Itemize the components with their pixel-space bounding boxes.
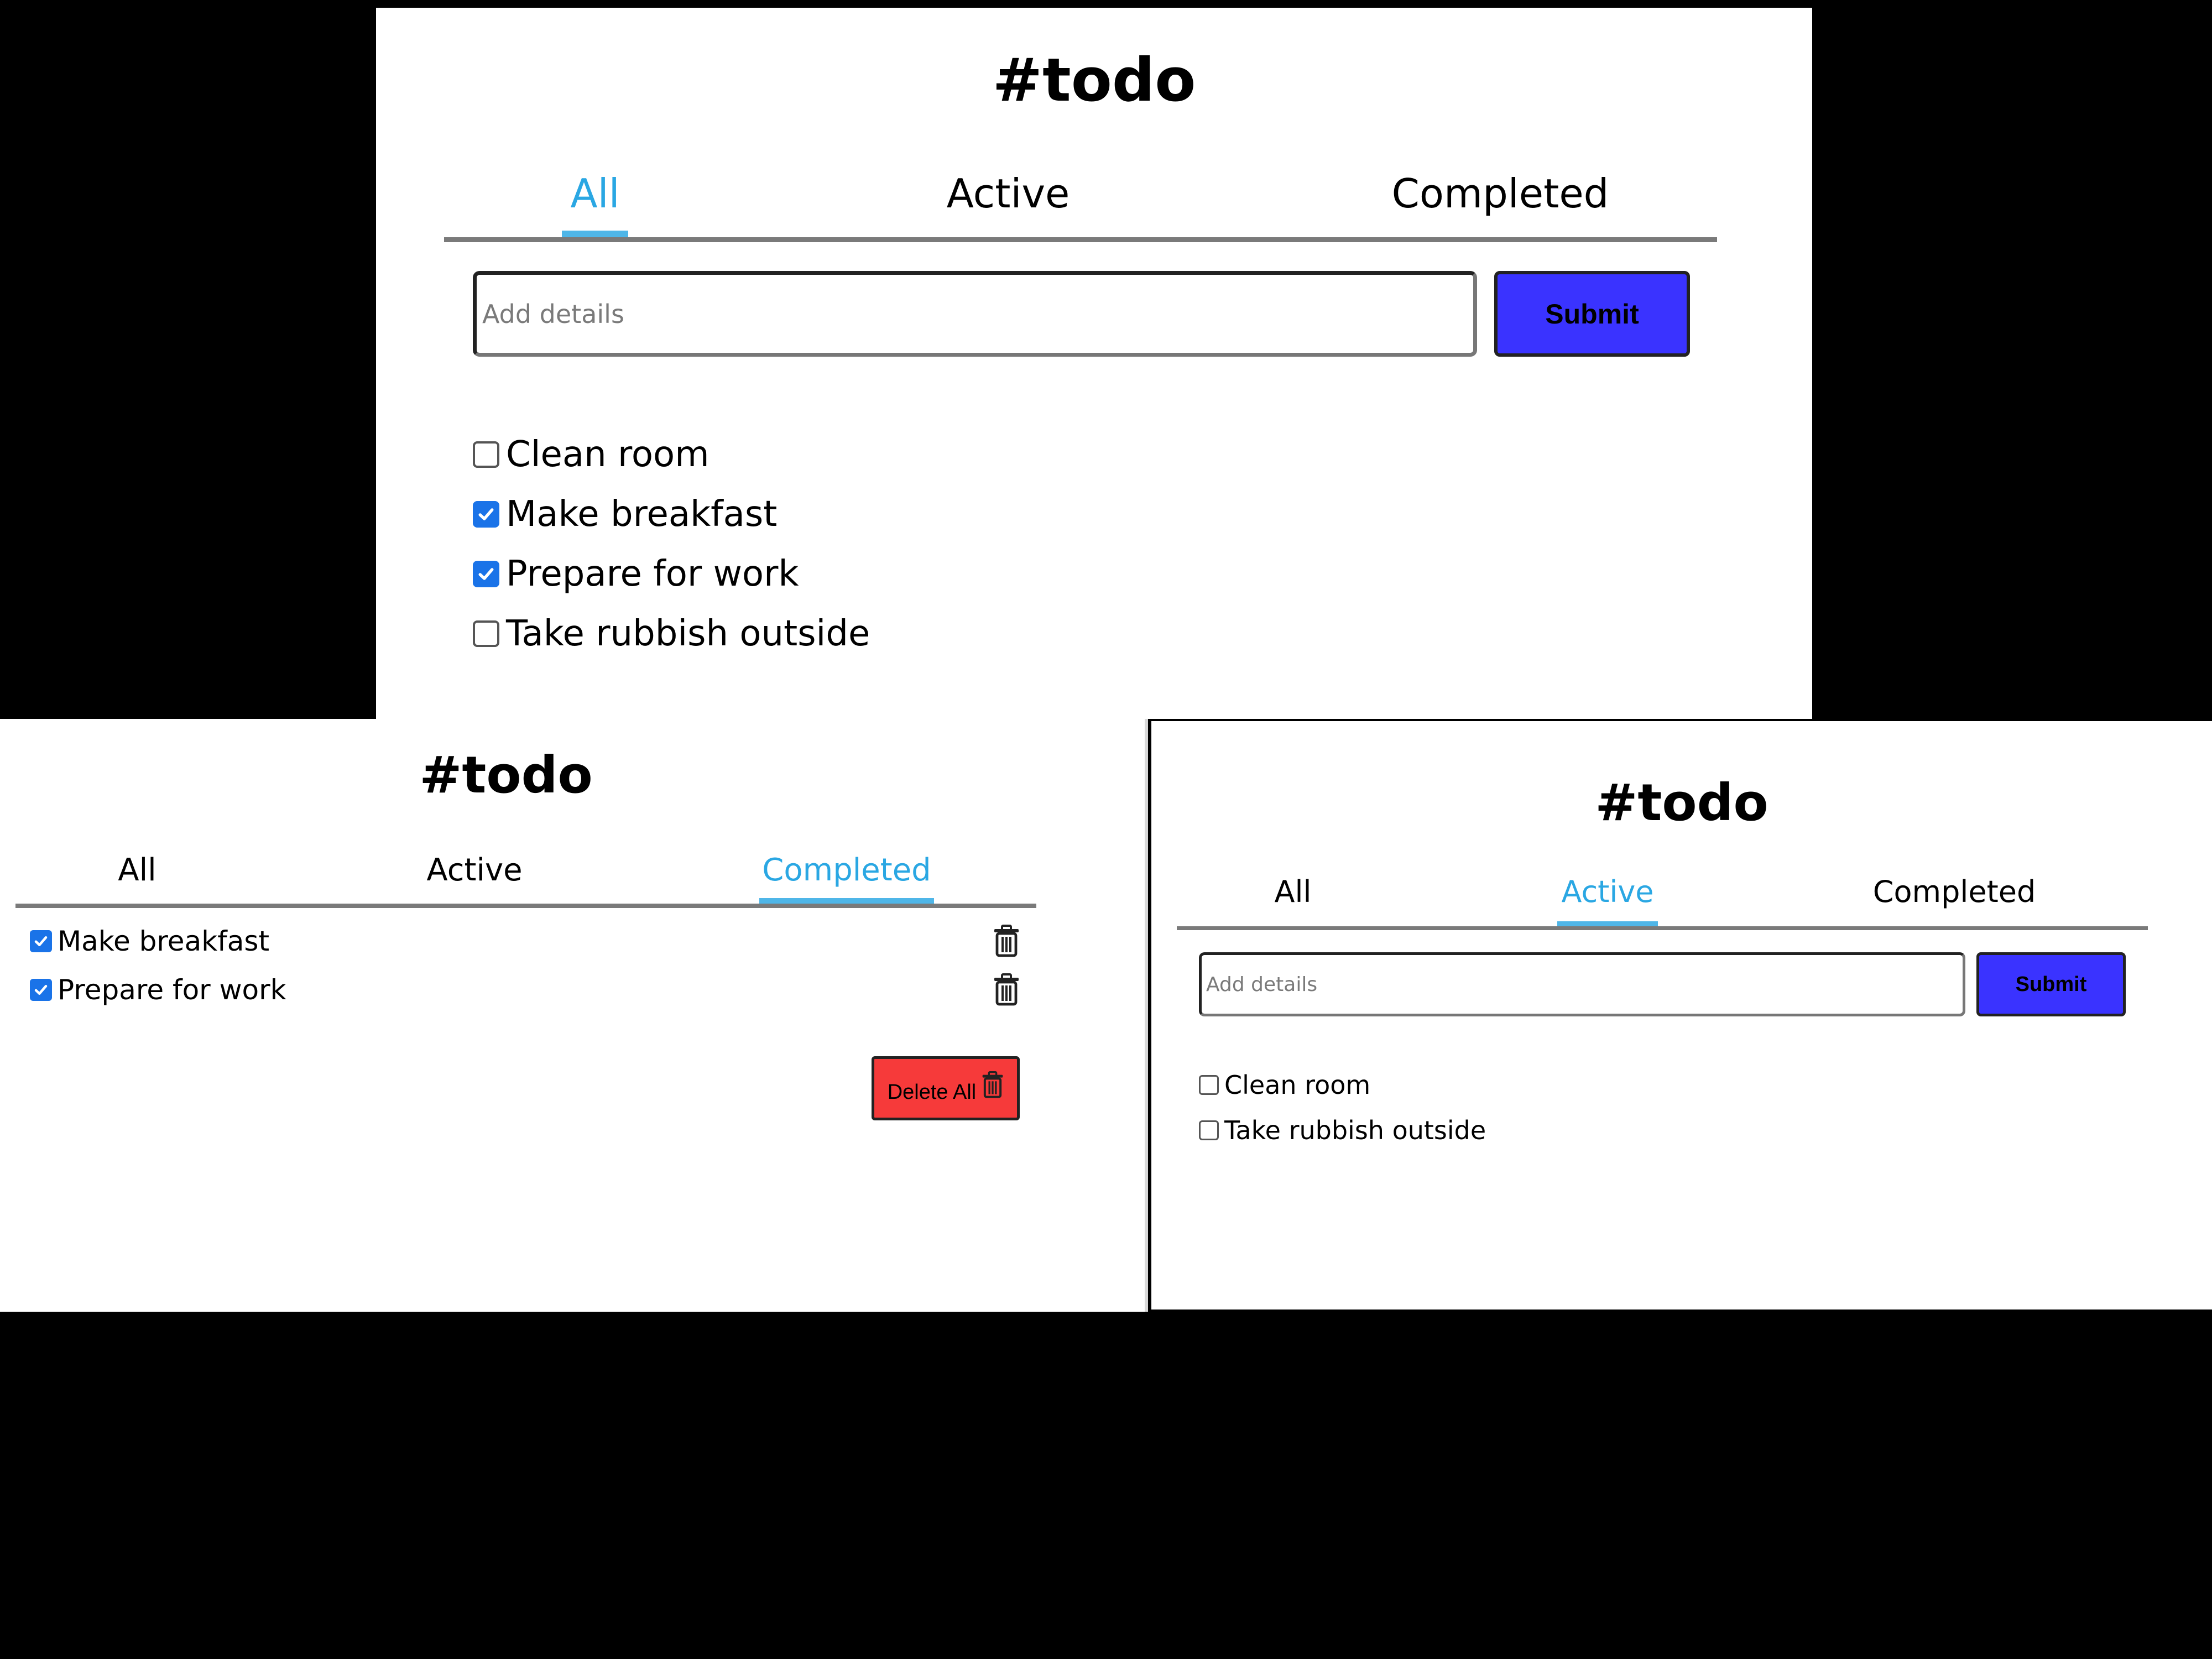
submit-label: Submit bbox=[1545, 298, 1639, 330]
tab-label: Completed bbox=[1872, 874, 2036, 909]
tab-completed[interactable]: Completed bbox=[759, 855, 934, 908]
list-item[interactable]: Prepare for work bbox=[30, 975, 286, 1004]
checkbox[interactable] bbox=[30, 930, 52, 952]
checkbox[interactable] bbox=[473, 561, 499, 587]
tab-label: Active bbox=[946, 170, 1070, 217]
checkbox[interactable] bbox=[30, 979, 52, 1001]
submit-label: Submit bbox=[2015, 972, 2087, 996]
list-item[interactable]: Make breakfast bbox=[473, 494, 778, 535]
check-icon bbox=[34, 985, 48, 995]
list-item[interactable]: Take rubbish outside bbox=[473, 613, 870, 654]
tab-active[interactable]: Active bbox=[1557, 877, 1658, 930]
panel-completed: #todo All Active Completed Make breakfas… bbox=[0, 719, 1148, 1312]
tab-active[interactable]: Active bbox=[414, 855, 535, 908]
page-title: #todo bbox=[1595, 773, 1768, 832]
tab-bar: All Active Completed bbox=[1177, 877, 2148, 930]
tab-bar: All Active Completed bbox=[15, 855, 1036, 908]
page-title: #todo bbox=[419, 745, 593, 805]
item-label: Clean room bbox=[1224, 1070, 1371, 1100]
delete-all-button[interactable]: Delete All bbox=[872, 1056, 1020, 1120]
item-label: Clean room bbox=[506, 434, 709, 475]
tab-all[interactable]: All bbox=[562, 174, 628, 242]
tab-label: Active bbox=[1561, 874, 1654, 909]
tab-completed[interactable]: Completed bbox=[1384, 174, 1616, 242]
trash-icon bbox=[982, 1071, 1003, 1098]
tab-label: All bbox=[118, 852, 156, 888]
tab-all[interactable]: All bbox=[109, 855, 165, 908]
list-item[interactable]: Prepare for work bbox=[473, 554, 799, 594]
submit-button[interactable]: Submit bbox=[1494, 271, 1690, 357]
tab-completed[interactable]: Completed bbox=[1871, 877, 2037, 930]
add-details-input[interactable] bbox=[473, 271, 1477, 357]
panel-all: #todo All Active Completed Submit Clean … bbox=[376, 8, 1812, 719]
tab-label: Completed bbox=[1391, 170, 1609, 217]
list-item[interactable]: Clean room bbox=[1199, 1072, 1370, 1098]
tab-bar: All Active Completed bbox=[444, 174, 1717, 242]
delete-all-label: Delete All bbox=[887, 1080, 977, 1104]
checkbox[interactable] bbox=[1199, 1120, 1219, 1140]
tab-label: Active bbox=[426, 852, 523, 888]
add-details-input[interactable] bbox=[1199, 952, 1965, 1016]
tab-label: Completed bbox=[762, 852, 931, 888]
checkbox[interactable] bbox=[473, 501, 499, 528]
item-label: Prepare for work bbox=[58, 974, 286, 1006]
tab-label: All bbox=[570, 170, 620, 217]
trash-icon[interactable] bbox=[993, 925, 1020, 958]
check-icon bbox=[478, 568, 494, 580]
checkbox[interactable] bbox=[1199, 1075, 1219, 1095]
checkbox[interactable] bbox=[473, 441, 499, 468]
panel-active: #todo All Active Completed Submit Clean … bbox=[1151, 721, 2212, 1310]
item-label: Take rubbish outside bbox=[1224, 1115, 1486, 1145]
check-icon bbox=[478, 508, 494, 520]
item-label: Take rubbish outside bbox=[506, 613, 870, 654]
checkbox[interactable] bbox=[473, 620, 499, 647]
page-title: #todo bbox=[992, 46, 1196, 115]
tab-all[interactable]: All bbox=[1271, 877, 1315, 930]
trash-icon[interactable] bbox=[993, 973, 1020, 1006]
list-item[interactable]: Take rubbish outside bbox=[1199, 1117, 1486, 1144]
check-icon bbox=[34, 936, 48, 946]
tab-active[interactable]: Active bbox=[942, 174, 1074, 242]
list-item[interactable]: Make breakfast bbox=[30, 927, 269, 956]
item-label: Prepare for work bbox=[506, 554, 799, 594]
submit-button[interactable]: Submit bbox=[1976, 952, 2126, 1016]
list-item[interactable]: Clean room bbox=[473, 434, 709, 475]
tab-label: All bbox=[1274, 874, 1312, 909]
item-label: Make breakfast bbox=[506, 494, 778, 535]
item-label: Make breakfast bbox=[58, 925, 270, 957]
